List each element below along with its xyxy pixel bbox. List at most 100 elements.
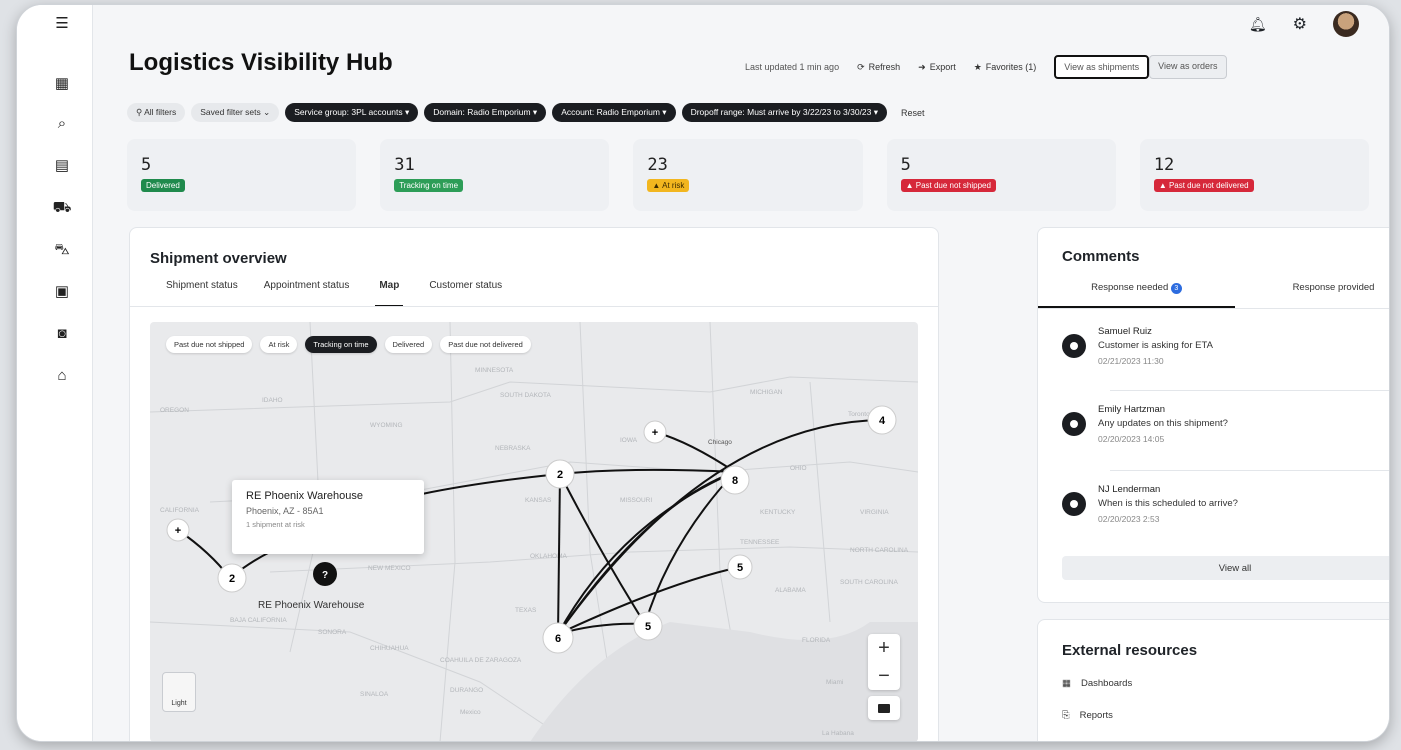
comment-item[interactable]: Samuel Ruiz Customer is asking for ETA 0… xyxy=(1062,324,1389,404)
all-filters-button[interactable]: ⚲ All filters xyxy=(127,103,186,122)
bank-icon[interactable]: ⌂ xyxy=(54,367,70,383)
place-label: VIRGINIA xyxy=(860,509,889,516)
place-label: TEXAS xyxy=(515,607,537,614)
car-icon[interactable]: ◙ xyxy=(54,325,70,341)
map-style-label: Light xyxy=(171,700,187,707)
place-label: IOWA xyxy=(620,437,638,444)
tab-response-provided[interactable]: Response provided xyxy=(1235,282,1389,308)
place-label: NEW MEXICO xyxy=(368,565,411,572)
dashboard-icon[interactable]: ▦ xyxy=(54,75,70,91)
refresh-button[interactable]: ⟳ Refresh xyxy=(857,62,900,73)
filter-chip-dropoff-range[interactable]: Dropoff range: Must arrive by 3/22/23 to… xyxy=(681,103,888,122)
comment-message: When is this scheduled to arrive? xyxy=(1098,498,1238,509)
link-reports[interactable]: ⎘ Reports xyxy=(1062,710,1113,721)
main-content: 🔔︎ ⚙ Logistics Visibility Hub Last updat… xyxy=(93,5,1389,741)
place-label: TENNESSEE xyxy=(740,539,780,546)
tab-label: Response needed xyxy=(1091,282,1169,293)
map-chip-past-due-not-delivered[interactable]: Past due not delivered xyxy=(440,336,531,353)
bus-icon[interactable]: ▣ xyxy=(54,283,70,299)
zoom-in-button[interactable]: + xyxy=(878,637,890,660)
link-label: Reports xyxy=(1079,710,1113,721)
layers-button[interactable] xyxy=(868,696,900,720)
export-button[interactable]: ➜ Export xyxy=(918,62,956,73)
place-label: SOUTH DAKOTA xyxy=(500,392,551,399)
comment-item[interactable]: NJ Lenderman When is this scheduled to a… xyxy=(1062,482,1389,562)
place-label: ALABAMA xyxy=(775,587,806,594)
place-label: Mexico xyxy=(460,709,481,716)
place-label: MISSOURI xyxy=(620,497,652,504)
filter-chip-service-group[interactable]: Service group: 3PL accounts ▾ xyxy=(285,103,419,122)
kpi-card-tracking-on-time[interactable]: 31 Tracking on time xyxy=(380,139,610,211)
cart-icon[interactable]: ⛟ xyxy=(53,199,72,215)
map-node-label: 2 xyxy=(229,573,235,585)
filter-chip-domain[interactable]: Domain: Radio Emporium ▾ xyxy=(424,103,547,122)
status-badge: Delivered xyxy=(141,179,185,192)
view-toggle: View as shipments View as orders xyxy=(1054,55,1227,79)
place-label: La Habana xyxy=(822,730,854,737)
comment-author: Samuel Ruiz xyxy=(1098,326,1152,337)
search-icon[interactable]: ⌕ xyxy=(54,115,70,131)
tab-customer-status[interactable]: Customer status xyxy=(429,280,502,307)
kpi-card-past-due-not-shipped[interactable]: 5 ▲ Past due not shipped xyxy=(886,139,1116,211)
place-label: Miami xyxy=(826,679,843,686)
map-node-label: 4 xyxy=(879,415,886,427)
place-label: FLORIDA xyxy=(802,637,831,644)
kpi-card-at-risk[interactable]: 23 ▲ At risk xyxy=(633,139,863,211)
page-title: Logistics Visibility Hub xyxy=(129,49,393,76)
favorites-button[interactable]: ★ Favorites (1) xyxy=(974,62,1037,73)
comment-author: NJ Lenderman xyxy=(1098,484,1161,495)
zoom-controls: + − xyxy=(868,634,900,690)
warehouse-marker-glyph: ? xyxy=(322,570,328,581)
comments-card: Comments Response needed 3 Response prov… xyxy=(1037,227,1389,603)
shipment-overview-title: Shipment overview xyxy=(150,250,287,267)
gear-icon[interactable]: ⚙ xyxy=(1293,14,1307,34)
place-label: Toronto xyxy=(848,411,870,418)
map-chip-past-due-not-shipped[interactable]: Past due not shipped xyxy=(166,336,253,353)
comments-title: Comments xyxy=(1062,248,1140,265)
tooltip-detail: 1 shipment at risk xyxy=(246,520,305,529)
tab-shipment-status[interactable]: Shipment status xyxy=(166,280,238,307)
map-chip-at-risk[interactable]: At risk xyxy=(260,336,298,353)
avatar[interactable] xyxy=(1333,11,1359,37)
place-label: KANSAS xyxy=(525,497,552,504)
map-chip-delivered[interactable]: Delivered xyxy=(384,336,433,353)
filter-chip-label: Domain: Radio Emporium xyxy=(433,107,531,117)
status-badge: ▲ Past due not delivered xyxy=(1153,179,1254,192)
shipment-map[interactable]: MINNESOTA SOUTH DAKOTA WYOMING NEBRASKA … xyxy=(150,322,918,741)
notification-icon[interactable]: 🔔︎ xyxy=(1249,16,1267,33)
view-all-button[interactable]: View all xyxy=(1062,556,1389,580)
filter-chip-account[interactable]: Account: Radio Emporium ▾ xyxy=(552,103,676,122)
saved-filter-sets-dropdown[interactable]: Saved filter sets ⌄ xyxy=(191,103,280,122)
map-node-label: 2 xyxy=(557,469,563,481)
link-dashboards[interactable]: ▦ Dashboards xyxy=(1062,678,1132,689)
map-style-button[interactable]: Light xyxy=(162,672,196,712)
tab-map[interactable]: Map xyxy=(375,280,404,307)
truck-icon[interactable]: ⛍ xyxy=(54,241,70,257)
kpi-card-past-due-not-delivered[interactable]: 12 ▲ Past due not delivered xyxy=(1139,139,1370,211)
place-label: CALIFORNIA xyxy=(160,507,200,514)
map-chip-tracking-on-time[interactable]: Tracking on time xyxy=(305,336,377,353)
kpi-card-delivered[interactable]: 5 Delivered xyxy=(127,139,357,211)
map-node-label: + xyxy=(175,525,181,537)
divider xyxy=(1110,470,1389,471)
view-shipments-button[interactable]: View as shipments xyxy=(1054,55,1150,79)
place-label: MICHIGAN xyxy=(750,389,783,396)
tab-response-needed[interactable]: Response needed 3 xyxy=(1038,282,1235,308)
menu-icon[interactable]: ☰ xyxy=(54,15,70,31)
refresh-label: Refresh xyxy=(868,62,901,72)
tab-appointment-status[interactable]: Appointment status xyxy=(264,280,350,307)
map-node-label: 6 xyxy=(555,633,561,645)
list-icon[interactable]: ▤ xyxy=(54,157,70,173)
kpi-value: 23 xyxy=(647,155,668,175)
comment-time: 02/20/2023 2:53 xyxy=(1098,514,1160,524)
external-resources-card: External resources ▦ Dashboards ⎘ Report… xyxy=(1037,619,1389,741)
place-label: OHIO xyxy=(790,465,807,472)
reset-filters-link[interactable]: Reset xyxy=(901,108,925,118)
filter-chip-label: Dropoff range: Must arrive by 3/22/23 to… xyxy=(690,107,872,117)
place-label: IDAHO xyxy=(262,397,283,404)
zoom-out-button[interactable]: − xyxy=(878,665,890,688)
status-badge-label: Past due not shipped xyxy=(915,181,991,190)
status-badge: ▲ Past due not shipped xyxy=(900,179,996,192)
view-orders-button[interactable]: View as orders xyxy=(1149,55,1227,79)
filter-chip-label: Service group: 3PL accounts xyxy=(294,107,403,117)
